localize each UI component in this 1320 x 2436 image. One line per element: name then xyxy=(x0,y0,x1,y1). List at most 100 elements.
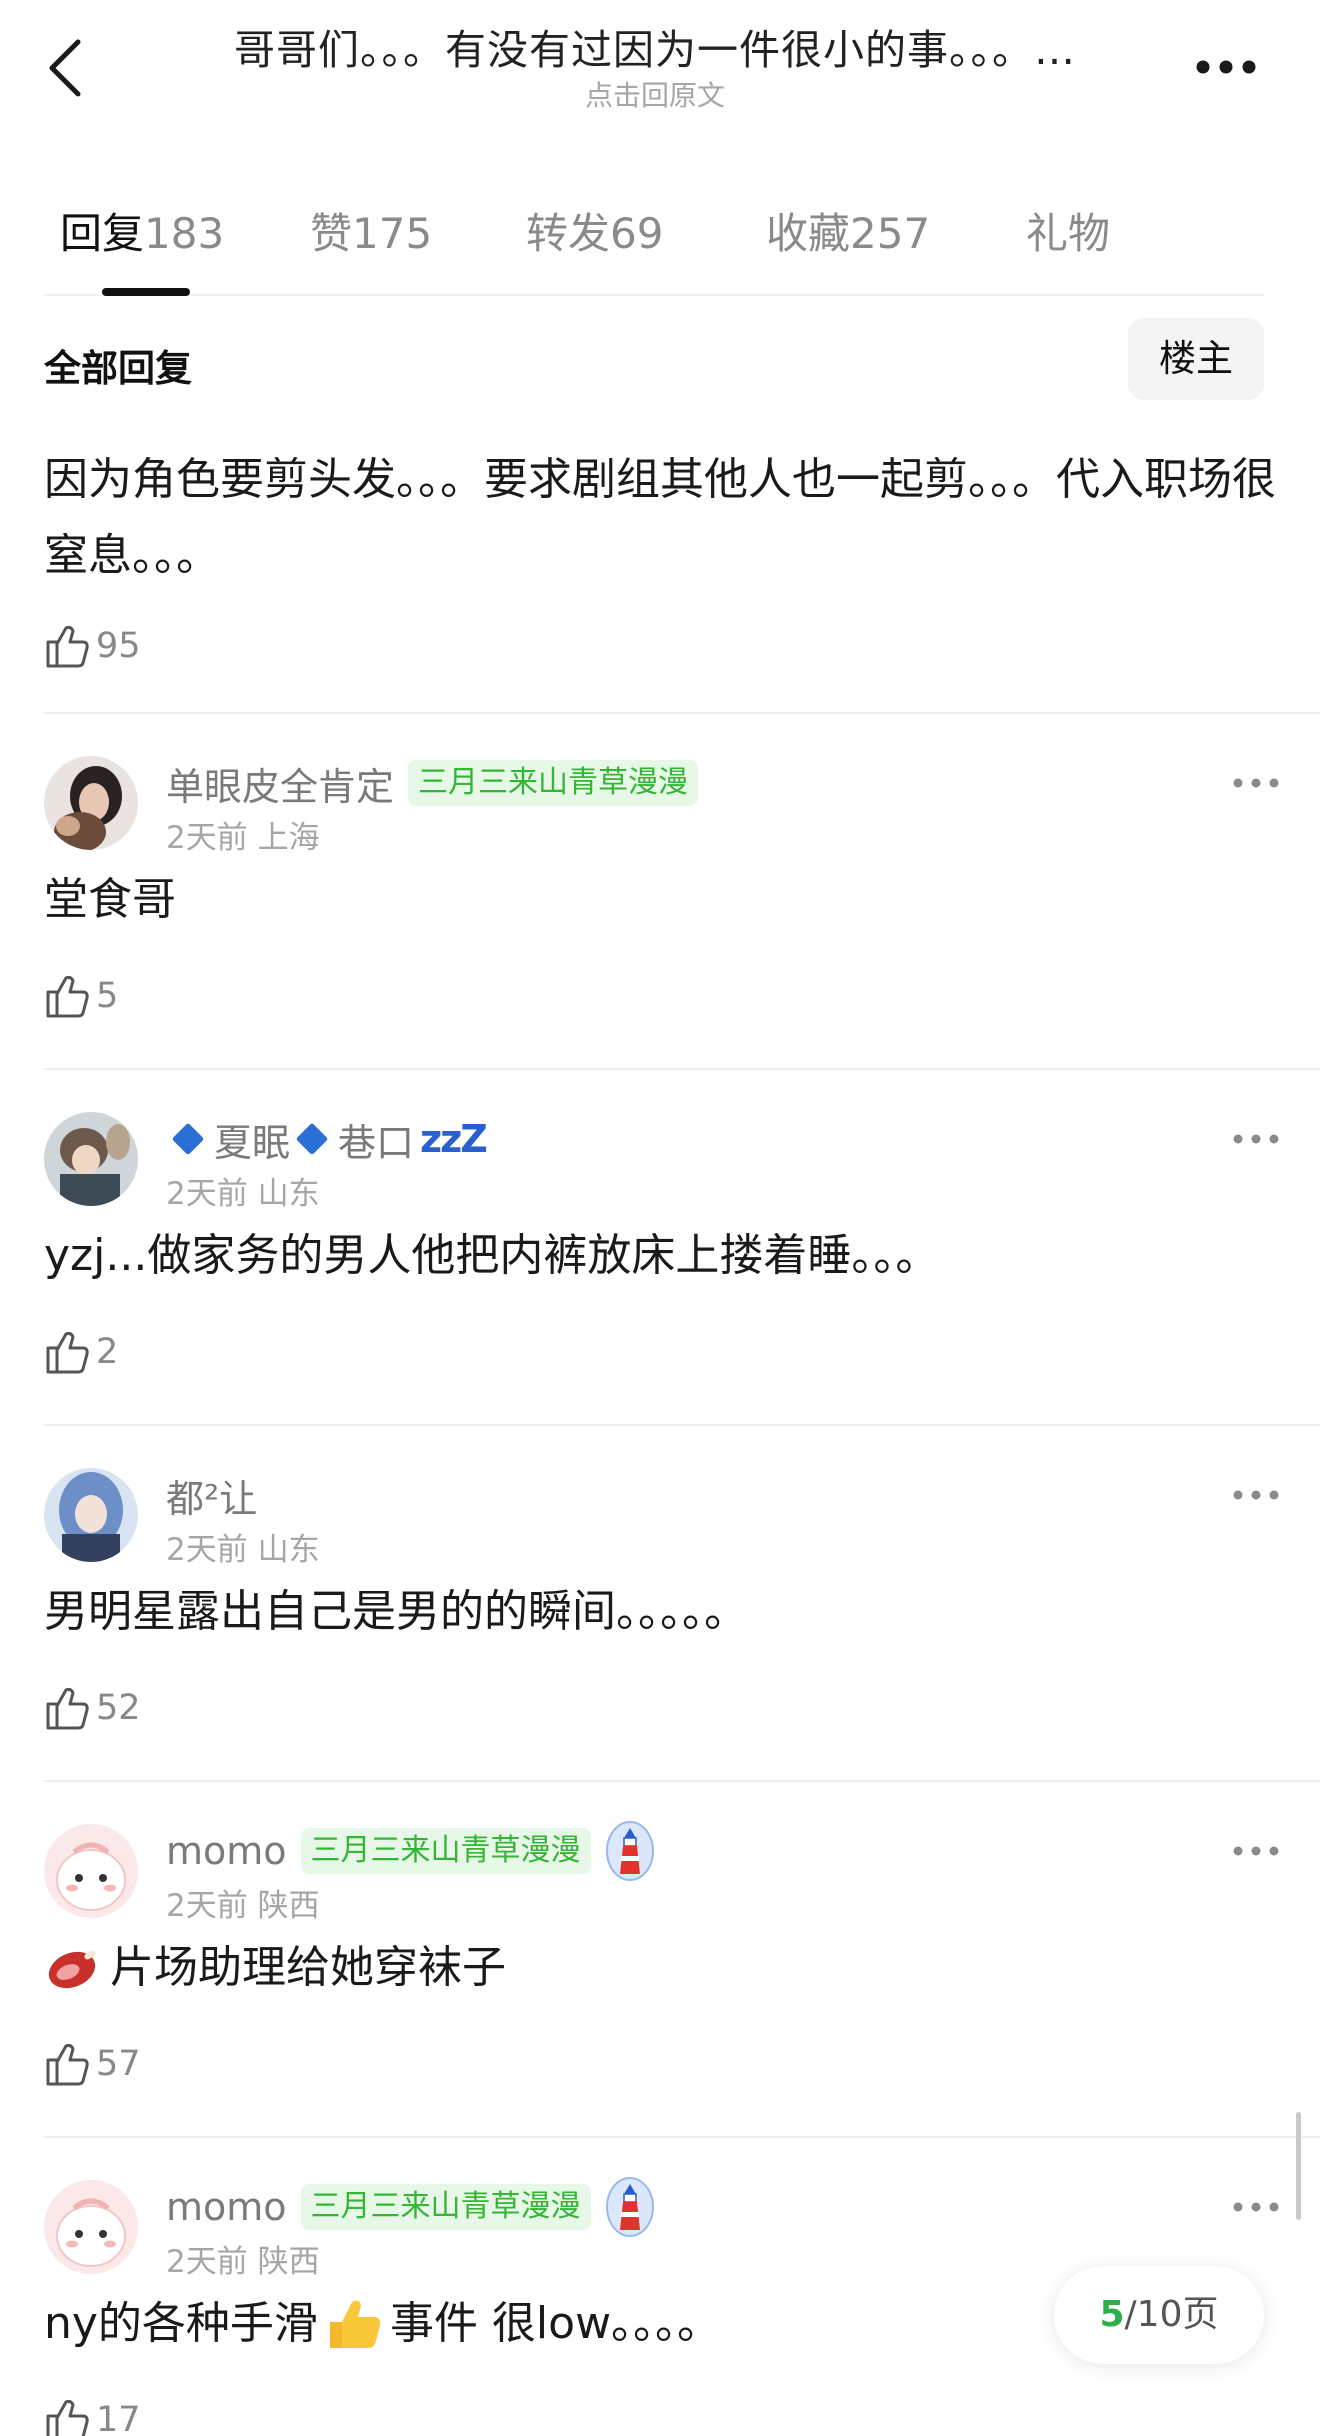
lighthouse-icon[interactable] xyxy=(605,2176,655,2238)
divider xyxy=(44,1068,1320,1070)
more-icon[interactable] xyxy=(1232,1844,1280,1858)
like-count: 2 xyxy=(96,1332,119,1372)
avatar[interactable] xyxy=(44,1824,138,1918)
avatar[interactable] xyxy=(44,1468,138,1562)
avatar[interactable] xyxy=(44,1112,138,1206)
comment-location: 上海 xyxy=(257,820,320,856)
like-count: 57 xyxy=(96,2044,141,2084)
username-suffix[interactable]: 巷口 xyxy=(338,1112,414,1167)
tab-gifts[interactable]: 礼物 xyxy=(1026,200,1110,261)
comment-text: 片场助理给她穿袜子 xyxy=(110,1942,506,1993)
like-button[interactable]: 57 xyxy=(44,2034,141,2094)
comment-text: 男明星露出自己是男的的瞬间。。。。。 xyxy=(44,1586,748,1637)
comment-meta: 2天前 山东 xyxy=(166,1524,320,1569)
like-count: 17 xyxy=(96,2400,141,2436)
more-icon[interactable] xyxy=(1232,776,1280,790)
divider xyxy=(44,1424,1320,1426)
comment-item: 因为角色要剪头发。。。要求剧组其他人也一起剪。。。代入职场很窒息。。。 95 xyxy=(44,442,1280,676)
comment-location: 山东 xyxy=(257,1176,320,1212)
comment-text-row: 片场助理给她穿袜子 xyxy=(44,1930,506,2006)
comment-time: 2天前 xyxy=(166,820,248,856)
more-icon[interactable] xyxy=(1232,1132,1280,1146)
tab-likes[interactable]: 赞175 xyxy=(310,200,432,261)
like-button[interactable]: 52 xyxy=(44,1678,141,1738)
comment-text: yzj...做家务的男人他把内裤放床上搂着睡。。。 xyxy=(44,1230,940,1281)
comment-meta: 2天前 陕西 xyxy=(166,1880,320,1925)
total-pages: /10页 xyxy=(1124,2294,1219,2335)
username[interactable]: 单眼皮全肯定 xyxy=(166,756,394,811)
thumbs-up-icon xyxy=(46,1331,89,1374)
like-button[interactable]: 5 xyxy=(44,966,118,1026)
avatar[interactable] xyxy=(44,756,138,850)
thumbs-up-icon xyxy=(46,1687,89,1730)
divider xyxy=(44,712,1320,714)
blue-diamond-icon xyxy=(171,1122,205,1156)
post-title: 哥哥们。。。有没有过因为一件很小的事。。。… xyxy=(234,26,1076,74)
more-options-icon[interactable] xyxy=(1194,56,1258,78)
user-line: 都²让 xyxy=(166,1468,257,1523)
comment-text-suffix: 事件 很low。。。。 xyxy=(389,2298,722,2349)
username[interactable]: momo xyxy=(166,1829,287,1873)
comment-location: 山东 xyxy=(257,1532,320,1568)
user-line: 单眼皮全肯定 三月三来山青草漫漫 xyxy=(166,756,699,811)
comment-location: 陕西 xyxy=(257,2244,320,2280)
like-button[interactable]: 17 xyxy=(44,2390,141,2436)
comment-location: 陕西 xyxy=(257,1888,320,1924)
thumbs-up-icon xyxy=(46,625,89,668)
lighthouse-icon[interactable] xyxy=(605,1820,655,1882)
active-tab-indicator xyxy=(102,288,190,296)
username[interactable]: momo xyxy=(166,2185,287,2229)
comment-time: 2天前 xyxy=(166,1888,248,1924)
comment-time: 2天前 xyxy=(166,1532,248,1568)
comment-time: 2天前 xyxy=(166,2244,248,2280)
scrollbar[interactable] xyxy=(1296,2112,1301,2220)
fan-badge[interactable]: 三月三来山青草漫漫 xyxy=(408,760,699,806)
like-count: 5 xyxy=(96,976,119,1016)
comment-text: ny的各种手滑 xyxy=(44,2298,318,2349)
fan-badge[interactable]: 三月三来山青草漫漫 xyxy=(300,2184,591,2230)
reply-filter-row: 全部回复 楼主 xyxy=(44,318,1264,400)
fan-badge[interactable]: 三月三来山青草漫漫 xyxy=(300,1828,591,1874)
user-line: 夏眠 巷口 zzZ xyxy=(166,1112,488,1167)
comment-item: momo 三月三来山青草漫漫 2天前 陕西 片场助理给她穿袜子 57 xyxy=(44,1821,1280,2164)
comment-text: 堂食哥 xyxy=(44,874,176,925)
comment-item: 单眼皮全肯定 三月三来山青草漫漫 2天前 上海 堂食哥 5 xyxy=(44,756,1280,1096)
username[interactable]: 都²让 xyxy=(166,1468,257,1523)
tab-replies[interactable]: 回复183 xyxy=(60,200,224,261)
like-count: 95 xyxy=(96,626,141,666)
like-button[interactable]: 95 xyxy=(44,616,1280,676)
divider xyxy=(44,1780,1320,1782)
like-button[interactable]: 2 xyxy=(44,1322,118,1382)
owner-only-button[interactable]: 楼主 xyxy=(1128,318,1264,400)
comment-text-row: ny的各种手滑 事件 很low。。。。 xyxy=(44,2286,721,2362)
page-indicator[interactable]: 5/10页 xyxy=(1054,2266,1264,2364)
meat-emoji-icon xyxy=(48,1950,96,1989)
comment-item: 都²让 2天前 山东 男明星露出自己是男的的瞬间。。。。。 52 xyxy=(44,1468,1280,1808)
back-arrow-icon[interactable] xyxy=(44,36,88,100)
tab-reposts[interactable]: 转发69 xyxy=(526,200,663,261)
post-title-area[interactable]: 哥哥们。。。有没有过因为一件很小的事。。。… 点击回原文 xyxy=(190,22,1120,114)
tab-bar: 回复183 赞175 转发69 收藏257 礼物 xyxy=(44,186,1264,296)
comment-text: 因为角色要剪头发。。。要求剧组其他人也一起剪。。。代入职场很窒息。。。 xyxy=(44,454,1276,581)
tab-favorites[interactable]: 收藏257 xyxy=(766,200,930,261)
comment-meta: 2天前 上海 xyxy=(166,812,320,857)
username[interactable]: 夏眠 xyxy=(214,1112,290,1167)
comment-meta: 2天前 陕西 xyxy=(166,2236,320,2281)
thumbs-up-icon xyxy=(46,975,89,1018)
thumbs-up-icon xyxy=(46,2399,89,2436)
user-line: momo 三月三来山青草漫漫 xyxy=(166,1821,655,1881)
blue-diamond-icon xyxy=(295,1122,329,1156)
more-icon[interactable] xyxy=(1232,1488,1280,1502)
thumbs-up-emoji-icon xyxy=(329,2300,381,2348)
back-to-post-link[interactable]: 点击回原文 xyxy=(190,78,1120,114)
divider xyxy=(44,2136,1320,2138)
user-line: momo 三月三来山青草漫漫 xyxy=(166,2177,655,2237)
current-page: 5 xyxy=(1099,2294,1125,2335)
avatar[interactable] xyxy=(44,2180,138,2274)
sleep-zzz-icon: zzZ xyxy=(420,1117,488,1161)
like-count: 52 xyxy=(96,1688,141,1728)
all-replies-label[interactable]: 全部回复 xyxy=(44,338,192,392)
comment-meta: 2天前 山东 xyxy=(166,1168,320,1213)
more-icon[interactable] xyxy=(1232,2200,1280,2214)
comment-time: 2天前 xyxy=(166,1176,248,1212)
